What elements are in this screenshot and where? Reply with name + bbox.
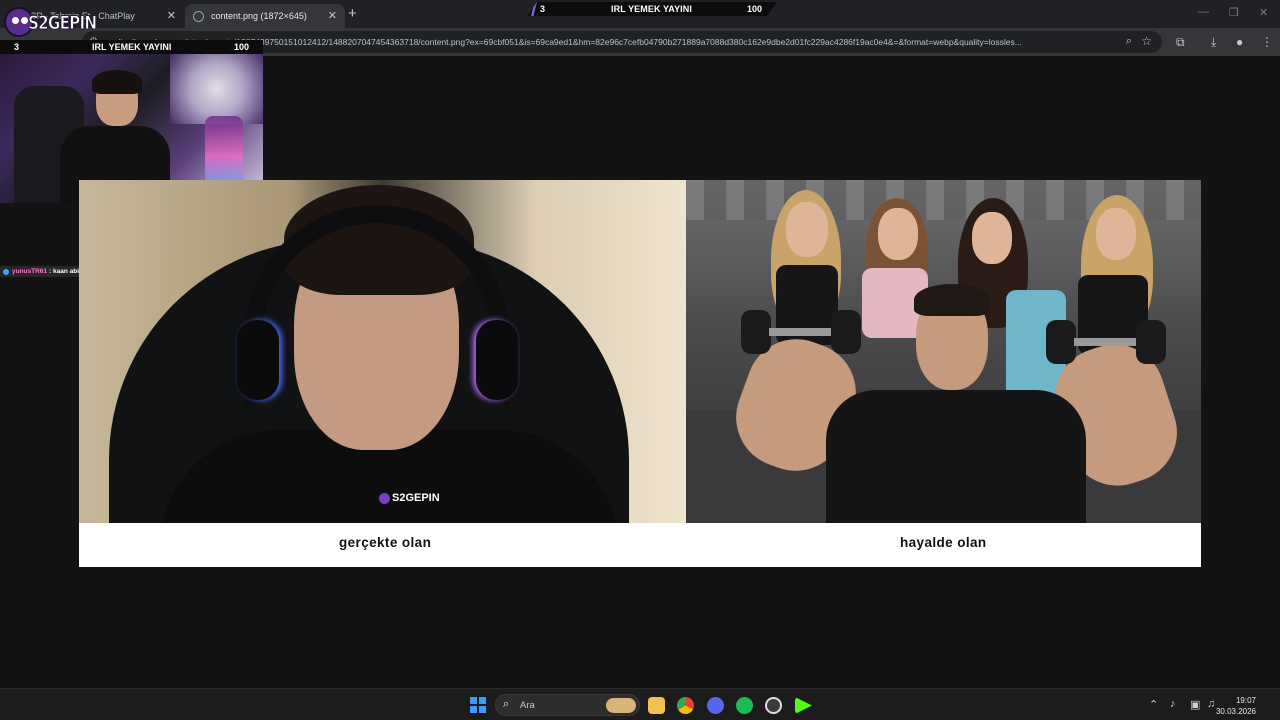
search-icon: ⌕ — [503, 698, 510, 710]
reality-photo: S2GEPIN — [79, 180, 686, 523]
right-caption: hayalde olan — [900, 535, 987, 550]
file-explorer-icon[interactable] — [648, 697, 665, 714]
close-window-icon[interactable]: ✕ — [1259, 6, 1268, 19]
windows-taskbar: ⌕ Ara ⌃ ♪ ▣ ♫ 19:07 30.03.2026 — [0, 688, 1280, 720]
search-highlight-image — [606, 698, 636, 713]
maximize-icon[interactable]: ❐ — [1229, 6, 1239, 19]
logo-text: S2GEPIN — [28, 12, 98, 35]
start-tile — [470, 706, 477, 713]
start-tile — [479, 706, 486, 713]
woman-face — [972, 212, 1012, 264]
chrome-icon[interactable] — [677, 697, 694, 714]
dumbbell-bar — [1074, 338, 1138, 346]
kick-icon[interactable] — [795, 697, 812, 714]
zoom-icon[interactable]: ⌕ — [1126, 35, 1132, 48]
dumbbell — [1046, 320, 1166, 364]
profile-avatar-icon[interactable]: ● — [1236, 35, 1243, 49]
discord-icon[interactable] — [707, 697, 724, 714]
system-clock[interactable]: 19:07 30.03.2026 — [1216, 695, 1256, 717]
obs-icon[interactable] — [765, 697, 782, 714]
network-icon[interactable]: ▣ — [1190, 698, 1200, 711]
globe-icon — [193, 10, 204, 22]
s2gepin-logo: S2GEPIN — [4, 7, 98, 37]
man-body — [826, 390, 1086, 523]
spotify-icon[interactable] — [736, 697, 753, 714]
left-caption: gerçekte olan — [339, 535, 432, 550]
new-tab-icon[interactable]: + — [348, 5, 357, 22]
stream-title: IRL YEMEK YAYINI — [611, 4, 692, 14]
watermark-text: S2GEPIN — [392, 492, 440, 504]
stream-left-number: 3 — [540, 4, 546, 14]
menu-kebab-icon[interactable]: ⋮ — [1261, 35, 1273, 49]
woman-face — [786, 202, 828, 257]
close-tab-icon[interactable]: ✕ — [328, 9, 337, 22]
minimize-icon[interactable]: — — [1198, 6, 1209, 18]
watermark: S2GEPIN — [379, 492, 440, 504]
extensions-icon[interactable]: ⧉ — [1176, 35, 1185, 50]
stream-title-bar: 3 IRL YEMEK YAYINI 100 — [527, 2, 777, 16]
start-tile — [470, 697, 477, 704]
microphone-icon[interactable]: ♪ — [1170, 698, 1176, 710]
clock-date: 30.03.2026 — [1215, 707, 1256, 716]
headset-cup — [476, 320, 518, 400]
start-tile — [479, 697, 486, 704]
chat-username: yunusTR61 — [12, 268, 48, 275]
taskbar-search[interactable]: ⌕ Ara — [495, 694, 640, 716]
screen: CP - Tahmin Et - ChatPlay ✕ content.png … — [0, 0, 1280, 720]
dumbbell-plate — [1136, 320, 1166, 364]
dream-photo — [686, 180, 1201, 523]
woman-face — [878, 208, 918, 260]
tab-label: content.png (1872×645) — [211, 11, 307, 21]
close-tab-icon[interactable]: ✕ — [167, 9, 176, 22]
wall-art — [170, 54, 263, 124]
owl-logo-icon — [379, 492, 390, 504]
woman-face — [1096, 208, 1136, 260]
dumbbell-plate — [831, 310, 861, 354]
man-hair — [914, 284, 990, 316]
clock-time: 19:07 — [1235, 696, 1256, 705]
dumbbell-plate — [1046, 320, 1076, 364]
chevron-up-icon[interactable]: ⌃ — [1149, 698, 1158, 711]
dumbbell-plate — [741, 310, 771, 354]
download-icon[interactable]: ⤓ — [1211, 35, 1216, 50]
chat-badge-icon — [3, 268, 9, 275]
windows-start-icon[interactable] — [470, 697, 486, 713]
dumbbell-bar — [769, 328, 833, 336]
webcam-left-number: 3 — [14, 42, 20, 52]
webcam-right-number: 100 — [234, 42, 250, 52]
headset-cup — [237, 320, 279, 400]
streamer-hair — [92, 70, 142, 94]
webcam-title-bar: 3 IRL YEMEK YAYINI 100 — [0, 40, 263, 54]
webcam-title: IRL YEMEK YAYINI — [92, 42, 172, 52]
dumbbell — [741, 310, 861, 354]
search-label: Ara — [520, 700, 535, 711]
bookmark-star-icon[interactable]: ☆ — [1141, 34, 1152, 48]
volume-icon[interactable]: ♫ — [1207, 698, 1215, 710]
tab-content-png[interactable]: content.png (1872×645) ✕ — [185, 4, 345, 28]
meme-image: S2GEPIN gerçekte olan hayalde olan — [79, 180, 1201, 567]
stream-right-number: 100 — [747, 4, 763, 14]
